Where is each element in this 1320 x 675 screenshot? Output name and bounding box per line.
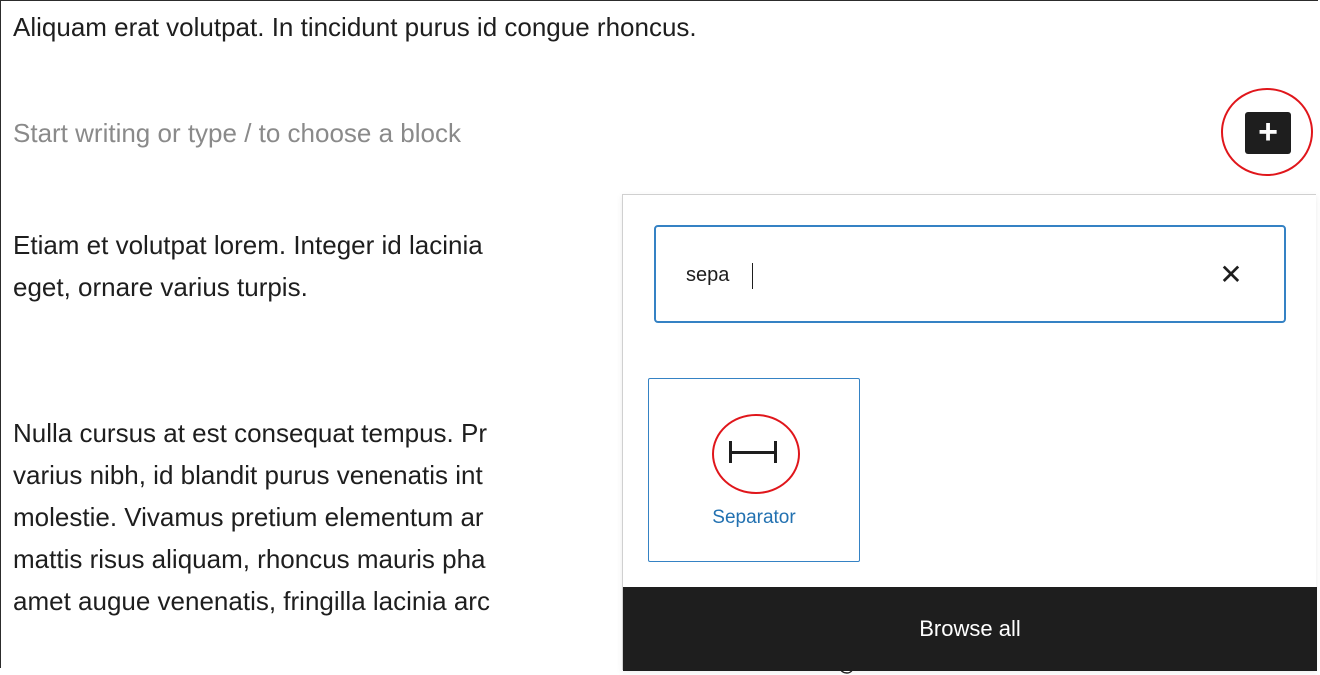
- block-result-separator[interactable]: Separator: [648, 378, 860, 674]
- paragraph-line: amet augue venenatis, fringilla lacinia …: [13, 586, 490, 616]
- block-inserter-popover: ✕ Separator Browse all: [622, 194, 1317, 674]
- browse-all-button[interactable]: Browse all: [623, 587, 1317, 671]
- paragraph-block[interactable]: Etiam et volutpat lorem. Integer id laci…: [13, 224, 483, 308]
- paragraph-block[interactable]: Nulla cursus at est consequat tempus. Pr…: [13, 412, 490, 622]
- paragraph-line: molestie. Vivamus pretium elementum ar: [13, 502, 484, 532]
- paragraph-line: Etiam et volutpat lorem. Integer id laci…: [13, 230, 483, 260]
- text-caret: [752, 263, 753, 289]
- separator-icon: [729, 441, 777, 463]
- clear-search-button[interactable]: ✕: [1216, 257, 1246, 293]
- block-search-input[interactable]: [686, 257, 1186, 293]
- paragraph-block[interactable]: Aliquam erat volutpat. In tincidunt puru…: [13, 6, 697, 48]
- plus-icon: +: [1258, 113, 1278, 151]
- close-icon: ✕: [1219, 259, 1243, 290]
- paragraph-line: Nulla cursus at est consequat tempus. Pr: [13, 418, 488, 448]
- block-inserter-button[interactable]: +: [1245, 112, 1291, 154]
- empty-block-placeholder[interactable]: Start writing or type / to choose a bloc…: [13, 112, 461, 154]
- block-result-label: Separator: [712, 507, 796, 528]
- paragraph-text: Aliquam erat volutpat. In tincidunt puru…: [13, 12, 697, 42]
- paragraph-line: varius nibh, id blandit purus venenatis …: [13, 460, 483, 490]
- block-search-box[interactable]: ✕: [654, 225, 1286, 323]
- paragraph-line: mattis risus aliquam, rhoncus mauris pha: [13, 544, 486, 574]
- paragraph-line: eget, ornare varius turpis.: [13, 272, 308, 302]
